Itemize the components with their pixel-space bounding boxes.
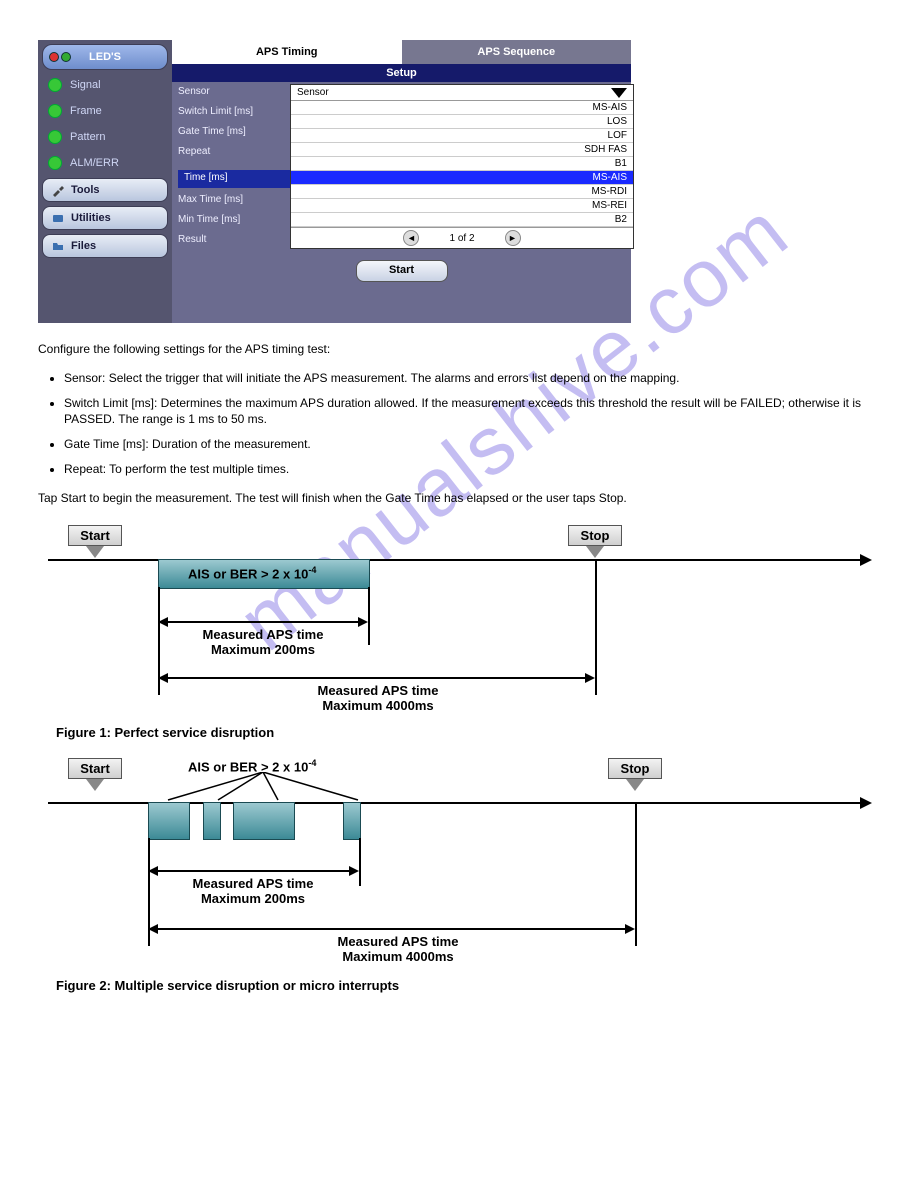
main-panel: APS Timing APS Sequence Setup Sensor Swi… [172, 40, 631, 323]
micro-block [148, 802, 190, 840]
label-min-time: Min Time [ms] [178, 214, 296, 228]
leds-label: LED'S [89, 51, 121, 63]
tools-icon [51, 183, 65, 197]
status-almerr: ALM/ERR [42, 152, 168, 174]
label-time: Time [ms] [178, 170, 296, 188]
dropdown-item[interactable]: MS-AIS [291, 101, 633, 115]
dropdown-item-selected[interactable]: MS-AIS [291, 171, 633, 185]
status-frame: Frame [42, 100, 168, 122]
label-repeat: Repeat [178, 146, 296, 160]
start-marker: Start [68, 758, 122, 791]
bullet-repeat: Repeat: To perform the test multiple tim… [64, 461, 880, 478]
bullet-switch-limit: Switch Limit [ms]: Determines the maximu… [64, 395, 880, 429]
start-marker: Start [68, 525, 122, 558]
files-icon [51, 239, 65, 253]
dimension-1 [160, 621, 366, 624]
dropdown-item[interactable]: SDH FAS [291, 143, 633, 157]
figure-1-caption: Figure 1: Perfect service disruption [56, 725, 880, 740]
footer-links [38, 1033, 880, 1035]
bullet-sensor: Sensor: Select the trigger that will ini… [64, 370, 880, 387]
tab-aps-sequence[interactable]: APS Sequence [402, 40, 632, 64]
dropdown-item[interactable]: MS-RDI [291, 185, 633, 199]
figure-2: Start Stop AIS or BER > 2 x 10-4 [38, 758, 880, 993]
label-max-time: Max Time [ms] [178, 194, 296, 208]
utilities-icon [51, 211, 65, 225]
pager-prev-icon[interactable]: ◄ [403, 230, 419, 246]
block-label: AIS or BER > 2 x 10-4 [188, 565, 316, 581]
arrow-down-icon [626, 779, 644, 791]
app-window: LED'S Signal Frame Pattern ALM/ERR Tools… [38, 40, 631, 323]
figure-2-caption: Figure 2: Multiple service disruption or… [56, 978, 880, 993]
utilities-button[interactable]: Utilities [42, 206, 168, 230]
label-gate-time: Gate Time [ms] [178, 126, 296, 140]
micro-block [343, 802, 361, 840]
setup-header: Setup [172, 64, 631, 82]
status-signal: Signal [42, 74, 168, 96]
files-button[interactable]: Files [42, 234, 168, 258]
dropdown-arrow-icon [611, 88, 627, 98]
dimension-2 [160, 677, 593, 680]
micro-block [203, 802, 221, 840]
arrow-down-icon [586, 546, 604, 558]
figure-1: Start Stop AIS or BER > 2 x 10-4 Measure… [38, 525, 880, 740]
label-sensor: Sensor [178, 86, 296, 100]
label-result: Result [178, 234, 296, 248]
dropdown-title: Sensor [297, 87, 329, 98]
stop-marker: Stop [568, 525, 622, 558]
leds-button[interactable]: LED'S [42, 44, 168, 70]
dimension-2 [150, 928, 633, 931]
params-area: Sensor Switch Limit [ms] Gate Time [ms] … [172, 82, 631, 252]
dropdown-item[interactable]: LOS [291, 115, 633, 129]
dropdown-item[interactable]: MS-REI [291, 199, 633, 213]
label-switch-limit: Switch Limit [ms] [178, 106, 296, 120]
dropdown-item[interactable]: B2 [291, 213, 633, 227]
dropdown-item[interactable]: B1 [291, 157, 633, 171]
start-button[interactable]: Start [356, 260, 448, 282]
fan-arrows [148, 772, 378, 802]
micro-block [233, 802, 295, 840]
bullet-gate-time: Gate Time [ms]: Duration of the measurem… [64, 436, 880, 453]
pager-next-icon[interactable]: ► [505, 230, 521, 246]
stop-marker: Stop [608, 758, 662, 791]
pager-label: 1 of 2 [449, 233, 474, 244]
arrow-down-icon [86, 779, 104, 791]
tools-button[interactable]: Tools [42, 178, 168, 202]
tab-aps-timing[interactable]: APS Timing [172, 40, 402, 64]
intro-text: Configure the following settings for the… [38, 341, 880, 358]
status-pattern: Pattern [42, 126, 168, 148]
dropdown-item[interactable]: LOF [291, 129, 633, 143]
sidebar: LED'S Signal Frame Pattern ALM/ERR Tools… [38, 40, 172, 323]
after-text: Tap Start to begin the measurement. The … [38, 490, 880, 507]
dimension-1 [150, 870, 357, 873]
sensor-dropdown[interactable]: Sensor MS-AIS LOS LOF SDH FAS B1 MS-AIS … [290, 84, 634, 249]
arrow-down-icon [86, 546, 104, 558]
